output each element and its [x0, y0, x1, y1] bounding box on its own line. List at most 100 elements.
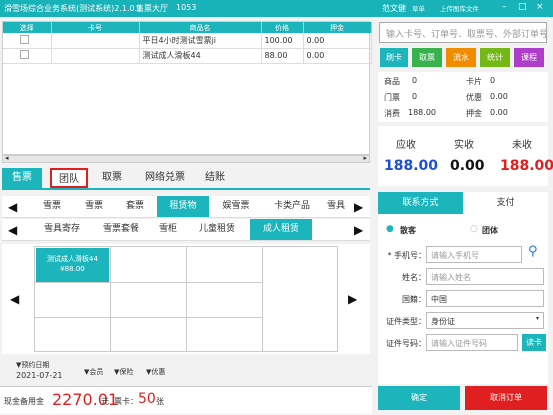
- category-item[interactable]: 雪票: [32, 196, 72, 217]
- row-name: 测试成人滑板44: [139, 48, 262, 64]
- col-name: 商品名: [139, 22, 262, 33]
- title-bar: 滑雪场综合业务系统(测试系统)2.1.0.1 售票大厅 1053 范文健 草单 …: [0, 0, 553, 17]
- unpaid-label: 未收: [512, 140, 532, 151]
- category-item[interactable]: 套票: [116, 196, 154, 217]
- date-value[interactable]: 2021-07-21: [16, 371, 63, 380]
- name-input[interactable]: 请输入姓名: [426, 268, 544, 285]
- row-checkbox[interactable]: [20, 50, 29, 59]
- next-page-icon[interactable]: ▶: [348, 292, 357, 306]
- radio-group[interactable]: 团体: [482, 225, 498, 236]
- radio-unselected-icon[interactable]: ○: [470, 224, 478, 234]
- tab-contact[interactable]: 联系方式: [378, 192, 463, 214]
- category-item[interactable]: 雪票: [74, 196, 114, 217]
- prev-arrow-icon[interactable]: ◀: [8, 223, 17, 237]
- search-icon[interactable]: ⚲: [528, 244, 538, 259]
- paid-value: 0.00: [450, 158, 485, 174]
- phone-input[interactable]: 请输入手机号: [426, 246, 522, 263]
- scroll-right-icon[interactable]: ▸: [363, 154, 367, 162]
- insurance-filter[interactable]: ▼保险: [114, 367, 133, 377]
- confirm-button[interactable]: 确定: [378, 386, 460, 410]
- subcategory-item[interactable]: 雪柜: [152, 219, 184, 240]
- cancel-order-button[interactable]: 取消订单: [465, 386, 547, 410]
- member-filter[interactable]: ▼会员: [84, 367, 103, 377]
- row-deposit: 0.00: [303, 33, 372, 49]
- pickup-ticket-button[interactable]: 取票: [412, 48, 442, 67]
- row-card: [51, 48, 140, 64]
- subcategory-item[interactable]: 雪票套餐: [94, 219, 148, 240]
- panel-tabs: 联系方式 支付: [378, 192, 548, 214]
- next-arrow-icon[interactable]: ▶: [354, 223, 363, 237]
- ticket-stat-label: 门票: [384, 93, 400, 102]
- maximize-icon[interactable]: □: [518, 2, 527, 12]
- link-draft[interactable]: 草单: [412, 3, 425, 13]
- subcategory-item[interactable]: 雪具寄存: [36, 219, 88, 240]
- row-checkbox[interactable]: [20, 34, 29, 44]
- swipe-card-button[interactable]: 刷卡: [380, 48, 408, 67]
- subcategory-item-active[interactable]: 成人租赁: [250, 219, 312, 240]
- due-value: 188.00: [384, 158, 439, 174]
- next-arrow-icon[interactable]: ▶: [354, 200, 363, 214]
- paid-label: 实收: [454, 140, 474, 151]
- tab-team[interactable]: 团队: [50, 168, 88, 188]
- category-item-active[interactable]: 租赁物: [157, 196, 209, 217]
- horizontal-scrollbar[interactable]: ◂ ▸: [2, 154, 370, 163]
- radio-selected-icon[interactable]: ●: [386, 224, 394, 234]
- consume-label: 消费: [384, 109, 400, 118]
- table-row[interactable]: 测试成人滑板44 88.00 0.00: [3, 48, 372, 64]
- tab-sell[interactable]: 售票: [2, 168, 42, 188]
- id-type-select[interactable]: 身份证: [426, 312, 544, 329]
- minimize-icon[interactable]: –: [502, 2, 507, 12]
- link-upload[interactable]: 上传图库文件: [440, 3, 479, 13]
- table-row[interactable]: 平日4小时测试雪票ji 100.00 0.00: [3, 33, 372, 49]
- statistics-button[interactable]: 统计: [480, 48, 510, 67]
- table-header: 选择 卡号 商品名 价格 押金: [3, 22, 372, 33]
- category-item[interactable]: 娱雪票: [212, 196, 260, 217]
- ticket-label: 票卡：: [114, 397, 138, 406]
- row-price: 88.00: [261, 48, 304, 64]
- id-no-input[interactable]: 请输入证件号码: [426, 334, 518, 351]
- prev-page-icon[interactable]: ◀: [10, 292, 19, 306]
- date-filter-label[interactable]: ▼预约日期: [16, 360, 49, 370]
- deposit-label: 押金: [466, 109, 482, 118]
- col-price: 价格: [261, 22, 304, 33]
- subcategory-item[interactable]: 儿童租赁: [190, 219, 244, 240]
- name-label: 姓名：: [402, 273, 426, 282]
- phone-label: * 手机号：: [387, 251, 426, 260]
- product-area: ◀ 测试成人滑板44 ¥88.00 ▶: [2, 244, 370, 354]
- tab-checkout[interactable]: 结账: [198, 168, 232, 188]
- tab-online-redeem[interactable]: 网络兑票: [136, 168, 194, 188]
- course-button[interactable]: 课程: [514, 48, 544, 67]
- row-card: [51, 33, 140, 49]
- chevron-down-icon[interactable]: ▾: [536, 315, 539, 322]
- product-card[interactable]: 测试成人滑板44 ¥88.00: [36, 248, 109, 282]
- search-input[interactable]: 输入卡号、订单号、取票号、外部订单号: [379, 22, 547, 43]
- nation-input[interactable]: 中国: [426, 290, 544, 307]
- goods-value: 0: [412, 76, 418, 85]
- category-row-2: ◀ 雪具寄存 雪票套餐 雪柜 儿童租赁 成人租赁 ▶: [2, 219, 370, 241]
- tab-pickup[interactable]: 取票: [94, 168, 130, 188]
- app-title: 滑雪场综合业务系统(测试系统)2.1.0.1: [4, 4, 143, 13]
- unpaid-value: 188.00: [500, 158, 553, 174]
- customer-form: ● 散客 ○ 团体 * 手机号： 请输入手机号 ⚲ 姓名： 请输入姓名 国籍： …: [378, 214, 548, 384]
- col-card: 卡号: [51, 22, 140, 33]
- tab-payment[interactable]: 支付: [463, 192, 548, 214]
- consume-value: 188.00: [408, 108, 436, 117]
- main-tabs: 售票 团队 取票 网络兑票 结账: [2, 166, 370, 190]
- read-card-button[interactable]: 读卡: [522, 334, 546, 351]
- product-grid: 测试成人滑板44 ¥88.00: [34, 246, 338, 352]
- flow-button[interactable]: 流水: [446, 48, 476, 67]
- user-name[interactable]: 范文健: [382, 3, 406, 14]
- cash-unit: 元: [101, 397, 109, 406]
- cash-label: 现金备用金: [4, 397, 44, 406]
- discount-filter[interactable]: ▼优惠: [146, 367, 165, 377]
- amount-summary: 应收 实收 未收 188.00 0.00 188.00: [378, 126, 553, 186]
- category-item[interactable]: 卡类产品: [264, 196, 320, 217]
- prev-arrow-icon[interactable]: ◀: [8, 200, 17, 214]
- close-icon[interactable]: ×: [536, 2, 544, 12]
- ticket-count: 50: [138, 391, 156, 407]
- scroll-left-icon[interactable]: ◂: [5, 154, 9, 162]
- order-table: 选择 卡号 商品名 价格 押金 平日4小时测试雪票ji 100.00 0.00 …: [2, 21, 372, 155]
- category-item[interactable]: 雪具: [322, 196, 350, 217]
- radio-individual[interactable]: 散客: [400, 225, 416, 236]
- hall-code: 1053: [176, 3, 197, 12]
